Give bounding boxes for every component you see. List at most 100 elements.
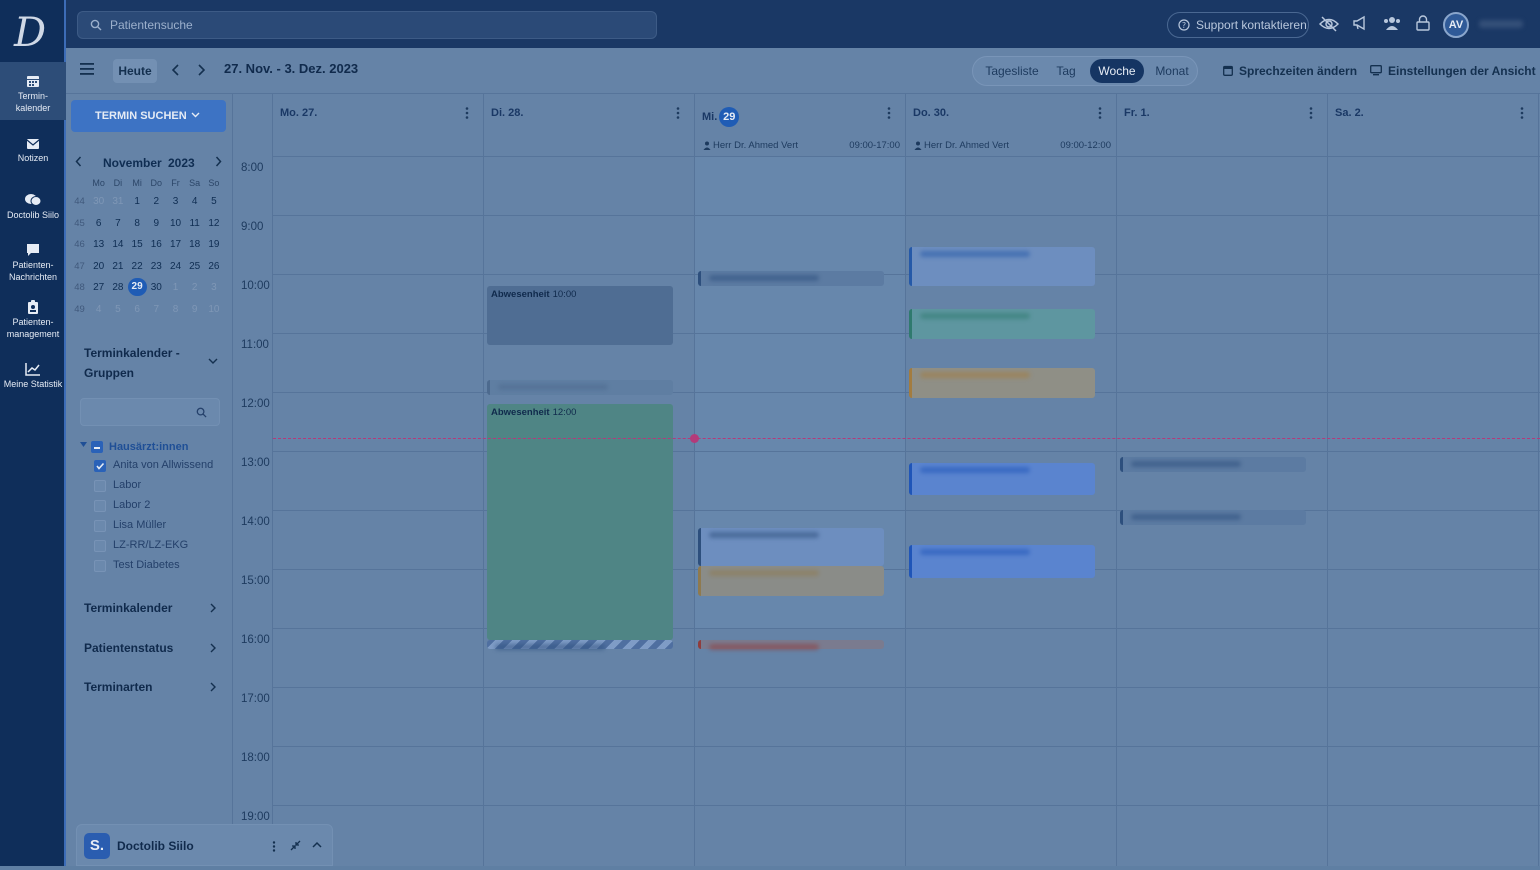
change-office-hours-button[interactable]: Sprechzeiten ändern	[1223, 64, 1357, 78]
appointment-event[interactable]	[909, 545, 1095, 578]
appointment-event[interactable]	[1120, 456, 1306, 472]
mini-calendar-day[interactable]: 25	[185, 261, 204, 272]
mini-calendar-day[interactable]: 2	[185, 282, 204, 293]
group-search-input[interactable]	[80, 398, 220, 426]
appointment-event[interactable]	[909, 247, 1095, 286]
more-vertical-icon[interactable]	[887, 107, 891, 119]
chevron-down-icon[interactable]	[208, 358, 218, 364]
appointment-event[interactable]	[698, 271, 884, 286]
nav-item-terminkalender[interactable]: Termin- kalender	[0, 62, 66, 120]
appointment-event[interactable]	[487, 639, 673, 650]
day-label[interactable]: Mi. 29	[702, 107, 740, 127]
mini-calendar-day[interactable]: 2	[147, 196, 166, 207]
member-checkbox[interactable]	[94, 539, 106, 552]
chevron-right-icon[interactable]	[215, 156, 222, 167]
mini-calendar-day[interactable]: 11	[185, 218, 204, 229]
view-woche[interactable]: Woche	[1090, 59, 1144, 83]
mini-calendar-day[interactable]: 10	[204, 304, 223, 315]
mini-calendar-day[interactable]: 22	[128, 261, 147, 272]
mini-calendar-day[interactable]: 17	[166, 239, 185, 250]
lock-icon[interactable]	[1416, 15, 1430, 31]
mini-calendar-day[interactable]: 21	[108, 261, 127, 272]
more-vertical-icon[interactable]	[1309, 107, 1313, 119]
mini-calendar-day[interactable]: 15	[128, 239, 147, 250]
mini-calendar-day[interactable]: 12	[204, 218, 223, 229]
mini-calendar-day[interactable]: 30	[89, 196, 108, 207]
absence-event[interactable]: Abwesenheit 12:00	[487, 403, 673, 640]
mini-calendar-day[interactable]: 5	[204, 196, 223, 207]
chevron-right-icon[interactable]	[197, 64, 205, 76]
mini-calendar-day[interactable]: 4	[185, 196, 204, 207]
day-label[interactable]: Sa. 2.	[1335, 107, 1364, 119]
appointment-event[interactable]	[698, 639, 884, 650]
siilo-chat-widget[interactable]: S. Doctolib Siilo	[76, 824, 333, 866]
mini-calendar-day[interactable]: 6	[89, 218, 108, 229]
day-label[interactable]: Di. 28.	[491, 107, 523, 119]
appointment-event[interactable]	[909, 368, 1095, 398]
mini-calendar-day[interactable]: 8	[128, 218, 147, 229]
nav-item-patienten-management[interactable]: Patienten- management	[0, 300, 66, 340]
chevron-right-icon[interactable]	[210, 603, 216, 613]
mini-calendar-day[interactable]: 4	[89, 304, 108, 315]
nav-item-doctolib-siilo[interactable]: Doctolib Siilo	[0, 193, 66, 221]
today-button[interactable]: Heute	[113, 59, 157, 83]
day-label[interactable]: Fr. 1.	[1124, 107, 1150, 119]
mini-calendar-day[interactable]: 18	[185, 239, 204, 250]
chevron-right-icon[interactable]	[210, 643, 216, 653]
mini-calendar-day[interactable]: 24	[166, 261, 185, 272]
mini-calendar-day[interactable]: 23	[147, 261, 166, 272]
mini-calendar-day[interactable]: 28	[108, 282, 127, 293]
more-vertical-icon[interactable]	[676, 107, 680, 119]
group-checkbox-indeterminate[interactable]	[91, 441, 103, 453]
more-vertical-icon[interactable]	[1520, 107, 1524, 119]
mini-calendar-day[interactable]: 5	[108, 304, 127, 315]
more-vertical-icon[interactable]	[1098, 107, 1102, 119]
mini-calendar-day[interactable]: 13	[89, 239, 108, 250]
mini-calendar-day[interactable]: 19	[204, 239, 223, 250]
more-vertical-icon[interactable]	[272, 841, 276, 852]
mini-calendar-day[interactable]: 26	[204, 261, 223, 272]
chevron-left-icon[interactable]	[75, 156, 82, 167]
eye-off-icon[interactable]	[1319, 15, 1339, 33]
users-icon[interactable]	[1382, 15, 1402, 31]
mini-calendar-day[interactable]: 9	[147, 218, 166, 229]
appointment-event[interactable]	[487, 380, 673, 395]
member-checkbox[interactable]	[94, 479, 106, 492]
section-terminarten[interactable]: Terminarten	[84, 680, 152, 694]
mini-calendar-day[interactable]: 3	[204, 282, 223, 293]
view-monat[interactable]: Monat	[1150, 57, 1194, 85]
appointment-event[interactable]	[698, 527, 884, 567]
user-avatar[interactable]: AV	[1443, 12, 1469, 38]
mini-calendar-day[interactable]: 16	[147, 239, 166, 250]
nav-item-meine-statistik[interactable]: Meine Statistik	[0, 362, 66, 390]
member-checkbox[interactable]	[94, 460, 106, 472]
view-tag[interactable]: Tag	[1050, 57, 1082, 85]
absence-event[interactable]: Abwesenheit 10:00	[487, 285, 673, 345]
mini-calendar-day[interactable]: 6	[128, 304, 147, 315]
mini-calendar-day[interactable]: 14	[108, 239, 127, 250]
mini-calendar-day[interactable]: 29	[127, 278, 147, 297]
mini-calendar-day[interactable]: 1	[128, 196, 147, 207]
nav-item-notizen[interactable]: Notizen	[0, 138, 66, 164]
appointment-event[interactable]	[1120, 510, 1306, 525]
support-button[interactable]: ? Support kontaktieren	[1167, 12, 1309, 38]
section-patientenstatus[interactable]: Patientenstatus	[84, 641, 173, 655]
mini-calendar-day[interactable]: 8	[166, 304, 185, 315]
day-label[interactable]: Mo. 27.	[280, 107, 317, 119]
chevron-right-icon[interactable]	[210, 682, 216, 692]
chevron-left-icon[interactable]	[172, 64, 180, 76]
mini-calendar-day[interactable]: 7	[108, 218, 127, 229]
mini-calendar-day[interactable]: 31	[108, 196, 127, 207]
search-appointment-button[interactable]: TERMIN SUCHEN	[71, 100, 226, 132]
mini-calendar-day[interactable]: 20	[89, 261, 108, 272]
mini-calendar-day[interactable]: 27	[89, 282, 108, 293]
mini-calendar-day[interactable]: 9	[185, 304, 204, 315]
member-checkbox[interactable]	[94, 519, 106, 532]
practitioner-shift[interactable]: Herr Dr. Ahmed Vert 09:00-17:00	[695, 138, 906, 154]
day-label[interactable]: Do. 30.	[913, 107, 949, 119]
appointment-event[interactable]	[909, 309, 1095, 339]
patient-search-input[interactable]: Patientensuche	[77, 11, 657, 39]
collapse-icon[interactable]	[290, 840, 301, 851]
mini-calendar-day[interactable]: 7	[147, 304, 166, 315]
nav-item-patienten-nachrichten[interactable]: Patienten- Nachrichten	[0, 243, 66, 283]
